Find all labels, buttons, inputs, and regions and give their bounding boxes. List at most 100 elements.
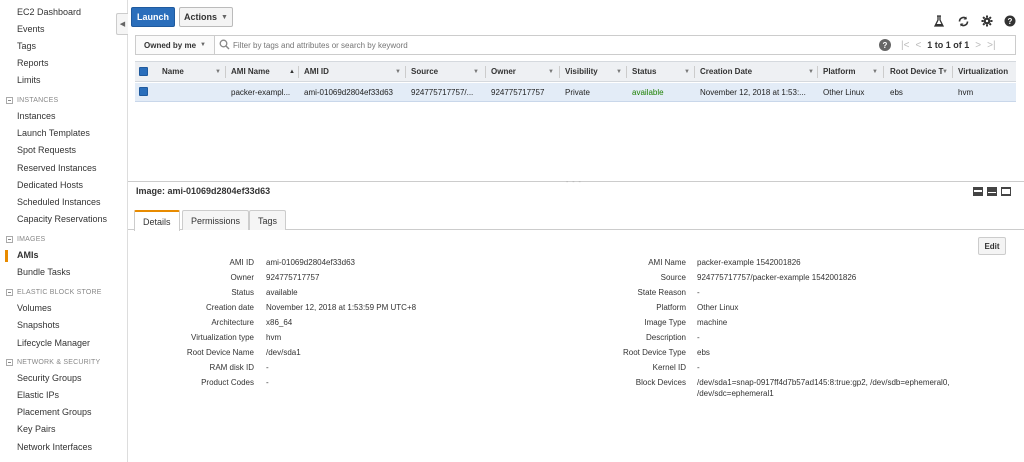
column-divider xyxy=(694,66,695,78)
detail-label: Creation date xyxy=(205,303,254,312)
sidebar-item-launch-templates[interactable]: Launch Templates xyxy=(17,128,90,138)
sidebar-item-reserved-instances[interactable]: Reserved Instances xyxy=(17,163,97,173)
actions-dropdown[interactable]: Actions ▼ xyxy=(179,7,233,27)
row-checkbox[interactable] xyxy=(139,87,148,96)
sidebar-item-security-groups[interactable]: Security Groups xyxy=(17,373,82,383)
sidebar-item-lifecycle-manager[interactable]: Lifecycle Manager xyxy=(17,338,90,348)
detail-value-creation-date: November 12, 2018 at 1:53:59 PM UTC+8 xyxy=(266,303,417,312)
gear-icon[interactable] xyxy=(980,14,994,28)
column-label: Platform xyxy=(823,67,856,76)
column-header-virtualization[interactable]: Virtualization xyxy=(958,62,1008,81)
detail-value-product-codes: - xyxy=(266,378,269,387)
sort-icon: ▼ xyxy=(872,68,878,75)
detail-value-root-device-name: /dev/sda1 xyxy=(266,348,301,357)
filter-help-icon[interactable]: ? xyxy=(879,39,891,51)
detail-value-ami-name: packer-example 1542001826 xyxy=(697,258,801,267)
detail-label: Owner xyxy=(230,273,254,282)
column-header-creation-date[interactable]: Creation Date xyxy=(700,62,752,81)
sidebar-item-tags[interactable]: Tags xyxy=(17,41,36,51)
sidebar: EC2 Dashboard Events Tags Reports Limits… xyxy=(0,0,128,462)
prev-page-icon[interactable]: < xyxy=(915,40,921,51)
sidebar-item-spot-requests[interactable]: Spot Requests xyxy=(17,145,76,155)
detail-label: Block Devices xyxy=(635,378,686,387)
sidebar-section-network-security[interactable]: NETWORK & SECURITY xyxy=(6,359,100,366)
column-header-owner[interactable]: Owner xyxy=(491,62,516,81)
column-divider xyxy=(883,66,884,78)
column-label: Owner xyxy=(491,67,516,76)
table-row[interactable]: packer-exampl... ami-01069d2804ef33d63 9… xyxy=(135,83,1016,102)
sidebar-item-limits[interactable]: Limits xyxy=(17,75,41,85)
column-header-status[interactable]: Status xyxy=(632,62,656,81)
sidebar-section-images[interactable]: IMAGES xyxy=(6,236,45,243)
next-page-icon[interactable]: > xyxy=(975,40,981,51)
flask-icon[interactable] xyxy=(932,14,946,28)
column-header-source[interactable]: Source xyxy=(411,62,438,81)
column-divider xyxy=(225,66,226,78)
filter-search-input[interactable] xyxy=(233,37,873,53)
sidebar-item-volumes[interactable]: Volumes xyxy=(17,303,52,313)
column-label: AMI Name xyxy=(231,67,270,76)
refresh-icon[interactable] xyxy=(956,14,970,28)
column-header-platform[interactable]: Platform xyxy=(823,62,855,81)
select-all-checkbox[interactable] xyxy=(139,67,148,76)
sidebar-item-placement-groups[interactable]: Placement Groups xyxy=(17,407,92,417)
column-header-name[interactable]: Name xyxy=(162,62,184,81)
help-circle-icon[interactable]: ? xyxy=(1003,14,1017,28)
sidebar-item-scheduled-instances[interactable]: Scheduled Instances xyxy=(17,197,101,207)
detail-label: Kernel ID xyxy=(652,363,686,372)
last-page-icon[interactable]: >| xyxy=(987,40,995,51)
sidebar-collapse-button[interactable]: ◀ xyxy=(116,13,128,35)
column-header-ami-name[interactable]: AMI Name xyxy=(231,62,270,81)
sidebar-item-network-interfaces[interactable]: Network Interfaces xyxy=(17,442,92,452)
column-divider xyxy=(952,66,953,78)
sidebar-item-ec2-dashboard[interactable]: EC2 Dashboard xyxy=(17,7,81,17)
sidebar-item-key-pairs[interactable]: Key Pairs xyxy=(17,424,56,434)
sidebar-item-events[interactable]: Events xyxy=(17,24,45,34)
sidebar-item-dedicated-hosts[interactable]: Dedicated Hosts xyxy=(17,180,83,190)
detail-value-block-devices: /dev/sda1=snap-0917ff4d7b57ad145:8:true:… xyxy=(697,378,950,398)
column-label: Name xyxy=(162,67,184,76)
sidebar-item-elastic-ips[interactable]: Elastic IPs xyxy=(17,390,59,400)
splitter-grip-icon[interactable]: - - - xyxy=(566,179,582,186)
column-label: Root Device T xyxy=(890,67,944,76)
column-header-visibility[interactable]: Visibility xyxy=(565,62,598,81)
sort-asc-icon: ▲ xyxy=(289,68,295,75)
column-divider xyxy=(626,66,627,78)
chevron-left-icon: ◀ xyxy=(119,21,126,28)
detail-label: RAM disk ID xyxy=(209,363,254,372)
detail-label: Root Device Name xyxy=(186,348,254,357)
column-header-ami-id[interactable]: AMI ID xyxy=(304,62,329,81)
detail-value-status: available xyxy=(266,288,298,297)
layout-split-icon[interactable] xyxy=(973,187,983,196)
owned-by-me-dropdown[interactable]: Owned by me ▼ xyxy=(136,36,215,54)
pagination-count: 1 to 1 of 1 xyxy=(927,40,970,50)
tab-details[interactable]: Details xyxy=(134,210,180,231)
layout-bottom-icon[interactable] xyxy=(987,187,997,196)
column-label: Status xyxy=(632,67,657,76)
sidebar-section-ebs[interactable]: ELASTIC BLOCK STORE xyxy=(6,289,102,296)
column-divider xyxy=(817,66,818,78)
sidebar-item-capacity-reservations[interactable]: Capacity Reservations xyxy=(17,214,107,224)
tab-tags[interactable]: Tags xyxy=(249,210,287,230)
sidebar-item-reports[interactable]: Reports xyxy=(17,58,49,68)
active-indicator xyxy=(5,250,8,262)
detail-label: Status xyxy=(231,288,254,297)
column-divider xyxy=(405,66,406,78)
edit-button[interactable]: Edit xyxy=(978,237,1006,255)
first-page-icon[interactable]: |< xyxy=(901,40,909,51)
launch-button[interactable]: Launch xyxy=(131,7,175,27)
sort-icon: ▼ xyxy=(473,68,479,75)
sidebar-item-amis[interactable]: AMIs xyxy=(17,250,39,260)
filter-bar: Owned by me ▼ ? |< < 1 to 1 of 1 > >| xyxy=(135,35,1016,55)
sidebar-section-instances[interactable]: INSTANCES xyxy=(6,97,58,104)
column-divider xyxy=(559,66,560,78)
collapse-icon xyxy=(6,97,13,104)
sidebar-item-instances[interactable]: Instances xyxy=(17,111,56,121)
column-header-root-device-type[interactable]: Root Device T xyxy=(890,62,943,81)
sort-icon: ▼ xyxy=(942,68,948,75)
tab-permissions[interactable]: Permissions xyxy=(182,210,250,230)
sidebar-item-bundle-tasks[interactable]: Bundle Tasks xyxy=(17,267,70,277)
detail-value-ami-id: ami-01069d2804ef33d63 xyxy=(266,258,355,267)
layout-full-icon[interactable] xyxy=(1001,187,1011,196)
sidebar-item-snapshots[interactable]: Snapshots xyxy=(17,320,60,330)
